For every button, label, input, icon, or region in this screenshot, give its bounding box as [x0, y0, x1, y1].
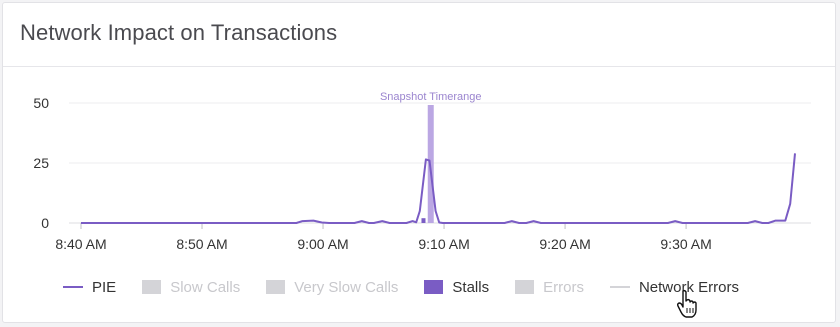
legend-item-stalls[interactable]: Stalls — [424, 279, 489, 296]
legend-item-pie[interactable]: PIE — [63, 279, 116, 296]
x-tick-label: 8:40 AM — [55, 236, 106, 252]
network-impact-chart: 0 25 50 8:40 AM 8:50 AM 9:00 AM 9:10 AM 9:20 AM… — [33, 91, 811, 252]
hand-pointer-cursor-icon — [676, 289, 697, 318]
legend-label: Slow Calls — [170, 278, 241, 296]
x-tick-label: 9:30 AM — [660, 236, 711, 252]
chart-legend: PIE Slow Calls Very Slow Calls Stalls Errors… — [63, 273, 765, 301]
y-tick-label: 0 — [41, 215, 49, 231]
legend-item-very-slow-calls[interactable]: Very Slow Calls — [266, 279, 398, 296]
legend-swatch-slow-calls — [142, 280, 162, 294]
legend-label: PIE — [92, 278, 117, 296]
stalls-bar — [421, 218, 426, 223]
pie-series-line — [81, 153, 796, 224]
network-impact-panel: Network Impact on Transactions 0 25 50 8:40… — [2, 2, 836, 323]
y-tick-label: 50 — [33, 95, 49, 111]
legend-swatch-very-slow-calls — [266, 280, 286, 294]
legend-label: Errors — [543, 278, 584, 296]
panel-header: Network Impact on Transactions — [3, 3, 835, 67]
legend-label: Stalls — [452, 278, 490, 296]
legend-item-slow-calls[interactable]: Slow Calls — [142, 279, 240, 296]
legend-swatch-stalls — [424, 280, 444, 294]
x-tick-label: 9:20 AM — [539, 236, 590, 252]
legend-label: Very Slow Calls — [294, 278, 399, 296]
x-tick-label: 9:10 AM — [418, 236, 469, 252]
panel-title: Network Impact on Transactions — [20, 20, 338, 45]
legend-swatch-network-errors — [609, 286, 630, 288]
snapshot-timerange-label: Snapshot Timerange — [380, 91, 482, 103]
legend-item-errors[interactable]: Errors — [515, 279, 584, 296]
x-tick-label: 9:00 AM — [297, 236, 348, 252]
legend-swatch-errors — [515, 280, 535, 294]
x-tick-label: 8:50 AM — [176, 236, 227, 252]
legend-swatch-pie — [63, 286, 83, 288]
y-tick-label: 25 — [33, 155, 49, 171]
